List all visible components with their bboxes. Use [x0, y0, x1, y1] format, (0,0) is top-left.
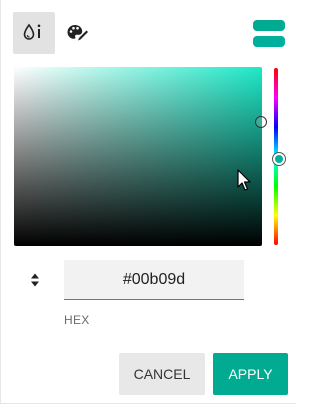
hex-label: HEX — [64, 313, 90, 327]
saturation-value-area[interactable] — [14, 67, 262, 246]
palette-mode-button[interactable] — [56, 12, 98, 54]
mouse-pointer-icon — [236, 169, 252, 193]
format-toggle-button[interactable] — [27, 270, 43, 290]
color-mode-drop-icon — [23, 23, 41, 40]
original-color-swatch[interactable] — [253, 20, 285, 31]
apply-button[interactable]: APPLY — [213, 353, 288, 395]
saturation-value-handle[interactable] — [255, 116, 267, 128]
cancel-button[interactable]: CANCEL — [119, 353, 205, 395]
palette-icon — [67, 25, 88, 41]
hue-slider-handle[interactable] — [273, 153, 285, 165]
value-layer — [14, 67, 262, 246]
sort-arrows-icon — [31, 273, 39, 287]
hex-input[interactable] — [64, 260, 244, 300]
new-color-swatch — [253, 36, 285, 47]
color-picker-panel: HEX CANCEL APPLY — [0, 0, 296, 404]
color-preview — [253, 20, 285, 47]
color-mode-button[interactable] — [13, 12, 55, 54]
